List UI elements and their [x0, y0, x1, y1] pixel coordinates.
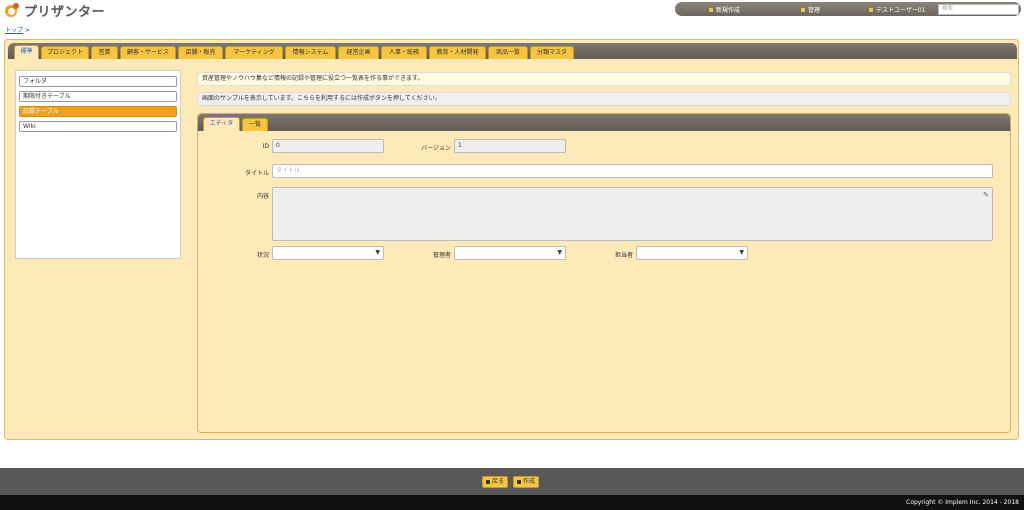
title-label: タイトル — [244, 170, 269, 177]
editor-tabbar: エディタ 一覧 — [198, 114, 1010, 131]
admin-label: 管理 — [808, 7, 821, 14]
back-button[interactable]: 戻る — [482, 476, 509, 488]
owner-label: 担当者 — [614, 252, 633, 259]
version-field: 1 — [454, 139, 566, 153]
tab-customer-service[interactable]: 顧客・サービス — [120, 46, 176, 59]
new-item-label: 新規作成 — [716, 7, 741, 14]
user-menu[interactable]: テストユーザー01 — [869, 5, 926, 14]
editor-panel: エディタ 一覧 ID 0 バージョン 1 タイトル タイトル 内容 ✎ 状況 ▼… — [197, 113, 1011, 433]
owner-select[interactable]: ▼ — [636, 246, 748, 260]
new-icon — [709, 7, 713, 12]
body-label: 内容 — [256, 193, 269, 200]
chevron-down-icon: ▼ — [557, 249, 562, 256]
tab-corporate-planning[interactable]: 経営企画 — [338, 46, 379, 59]
info-message: 資産管理やノウハウ集など情報の記録や管理に役立つ一覧表を作る事ができます。 — [197, 72, 1011, 86]
tab-standard[interactable]: 標準 — [14, 45, 39, 59]
version-label: バージョン — [421, 145, 451, 152]
tab-information-system[interactable]: 情報システム — [285, 46, 336, 59]
chevron-down-icon: ▼ — [739, 249, 744, 256]
tab-hr-general-affairs[interactable]: 人事・総務 — [381, 46, 427, 59]
logo-icon — [4, 2, 21, 18]
create-button-label: 作成 — [523, 478, 536, 485]
manager-label: 管理者 — [432, 252, 451, 259]
manager-select[interactable]: ▼ — [454, 246, 566, 260]
new-item-menu[interactable]: 新規作成 — [709, 5, 740, 14]
top-navigation: 新規作成 管理 テストユーザー01 検索 — [675, 2, 1021, 16]
tab-editor[interactable]: エディタ — [203, 117, 240, 131]
breadcrumb: トップ > — [5, 25, 30, 34]
breadcrumb-top-link[interactable]: トップ — [5, 27, 23, 34]
sidebar-item-record-table[interactable]: 記録テーブル — [19, 106, 177, 117]
tab-store-sales[interactable]: 店舗・販売 — [178, 46, 223, 59]
tab-list[interactable]: 一覧 — [242, 118, 268, 131]
user-name: テストユーザー01 — [876, 7, 926, 14]
back-button-label: 戻る — [492, 478, 505, 485]
tab-education-hr-development[interactable]: 教育・人材開発 — [429, 46, 486, 59]
tab-category-master[interactable]: 分類マスタ — [530, 46, 574, 59]
sidebar-item-folder[interactable]: フォルダ — [19, 76, 177, 87]
create-button[interactable]: 作成 — [513, 476, 540, 488]
main-panel: 標準 プロジェクト 営業 顧客・サービス 店舗・販売 マーケティング 情報システ… — [4, 39, 1019, 440]
gear-icon — [801, 7, 805, 12]
app-title: プリザンター — [24, 4, 106, 20]
search-input[interactable]: 検索 — [938, 4, 1019, 15]
user-icon — [869, 7, 873, 12]
back-icon — [486, 480, 490, 484]
sidebar-item-deadline-table[interactable]: 期限付きテーブル — [19, 91, 177, 102]
app-logo[interactable]: プリザンター — [4, 2, 106, 20]
site-tabbar: 標準 プロジェクト 営業 顧客・サービス 店舗・販売 マーケティング 情報システ… — [8, 43, 1017, 59]
status-label: 状況 — [256, 252, 269, 259]
notice-message: 画面のサンプルを表示しています。こちらを利用するには作成ボタンを押してください。 — [197, 92, 1011, 106]
copyright: Copyright © Implem Inc. 2014 - 2018 — [0, 495, 1024, 510]
body-textarea[interactable]: ✎ — [272, 187, 993, 241]
status-select[interactable]: ▼ — [272, 246, 384, 260]
admin-menu[interactable]: 管理 — [801, 5, 820, 14]
tab-marketing[interactable]: マーケティング — [225, 46, 283, 59]
pencil-icon[interactable]: ✎ — [983, 189, 989, 201]
breadcrumb-separator: > — [24, 27, 30, 34]
tab-product-list[interactable]: 商品一覧 — [488, 46, 528, 59]
footer-bar: 戻る 作成 — [0, 468, 1024, 495]
sidebar: フォルダ 期限付きテーブル 記録テーブル Wiki — [15, 70, 181, 259]
id-label: ID — [262, 143, 269, 150]
sidebar-item-wiki[interactable]: Wiki — [19, 121, 177, 132]
tab-project[interactable]: プロジェクト — [41, 46, 89, 59]
tab-sales[interactable]: 営業 — [91, 46, 118, 59]
id-field: 0 — [272, 139, 384, 153]
chevron-down-icon: ▼ — [375, 249, 380, 256]
save-icon — [517, 480, 521, 484]
title-input[interactable]: タイトル — [272, 164, 993, 178]
